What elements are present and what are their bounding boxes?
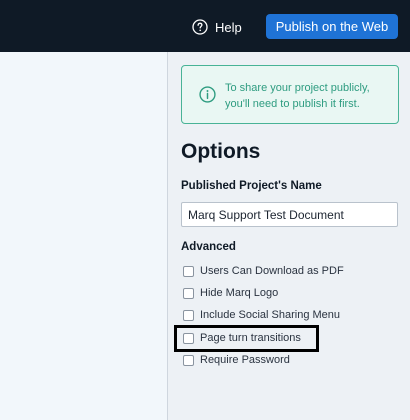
- checkbox-page-turn[interactable]: Page turn transitions: [183, 331, 301, 345]
- checkbox-box[interactable]: [183, 265, 194, 277]
- checkbox-social-sharing[interactable]: Include Social Sharing Menu: [183, 308, 340, 322]
- help-label: Help: [215, 19, 242, 35]
- project-name-input[interactable]: [181, 202, 398, 227]
- checkbox-label: Hide Marq Logo: [200, 287, 279, 299]
- checkbox-box[interactable]: [183, 309, 194, 321]
- publish-notice: To share your project publicly, you'll n…: [181, 65, 399, 124]
- options-title: Options: [181, 140, 261, 163]
- checkbox-label: Include Social Sharing Menu: [200, 309, 341, 321]
- top-bar: Help Publish on the Web: [0, 0, 410, 52]
- publish-options-panel: To share your project publicly, you'll n…: [167, 52, 410, 420]
- canvas-area: [0, 52, 167, 420]
- checkbox-box[interactable]: [183, 354, 194, 366]
- checkbox-require-password[interactable]: Require Password: [183, 353, 290, 367]
- advanced-label: Advanced: [181, 241, 236, 253]
- checkbox-hide-logo[interactable]: Hide Marq Logo: [183, 286, 278, 300]
- project-name-label: Published Project's Name: [181, 180, 322, 192]
- checkbox-label: Require Password: [200, 354, 290, 366]
- help-link[interactable]: Help: [192, 18, 242, 36]
- info-icon: [199, 86, 216, 103]
- checkbox-download-pdf[interactable]: Users Can Download as PDF: [183, 264, 344, 278]
- notice-text: To share your project publicly, you'll n…: [225, 82, 370, 110]
- help-icon: [192, 19, 208, 35]
- checkbox-box[interactable]: [183, 332, 194, 344]
- publish-on-web-button[interactable]: Publish on the Web: [266, 14, 398, 39]
- checkbox-box[interactable]: [183, 287, 194, 299]
- checkbox-label: Users Can Download as PDF: [200, 265, 344, 277]
- checkbox-label: Page turn transitions: [200, 332, 301, 344]
